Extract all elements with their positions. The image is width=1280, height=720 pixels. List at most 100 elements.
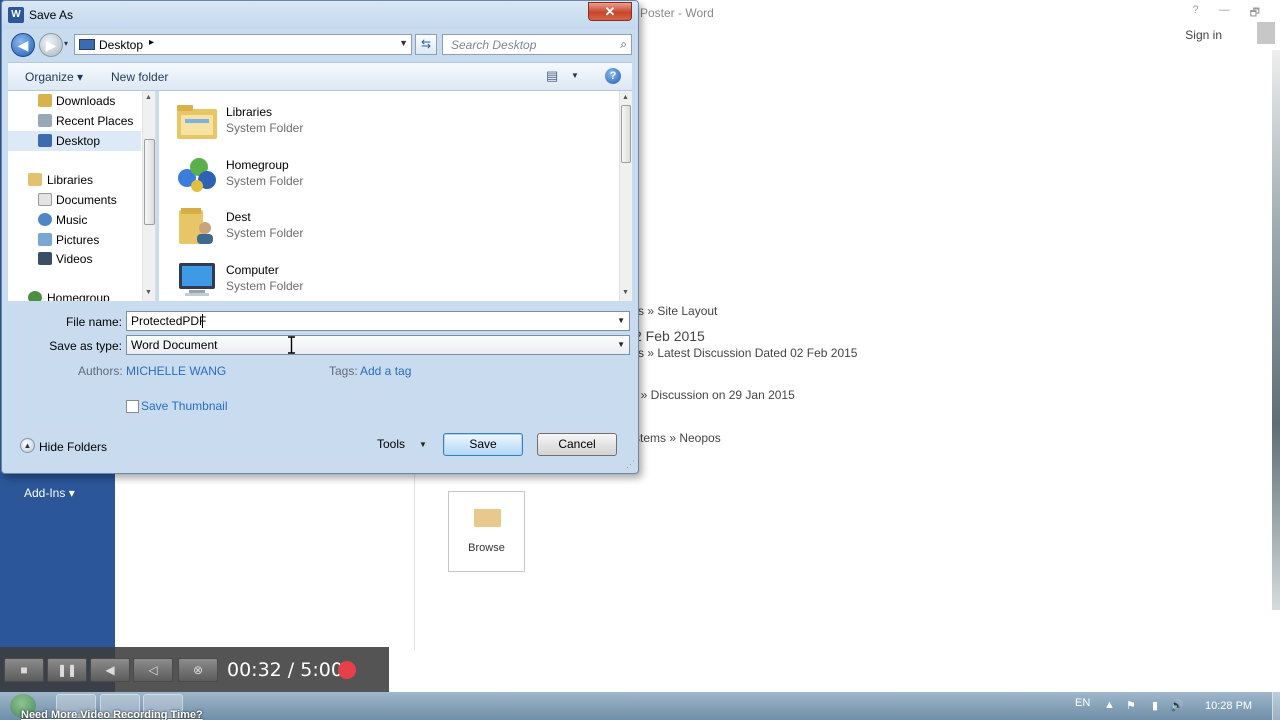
file-name: Computer (226, 263, 279, 277)
nav-item-documents[interactable]: Documents (8, 190, 141, 210)
word-window-title: Poster - Word (640, 6, 714, 20)
address-dropdown-icon[interactable]: ▼ (399, 38, 408, 48)
recording-indicator-icon (338, 661, 356, 679)
backstage-divider (414, 470, 415, 650)
organize-menu[interactable]: Organize ▾ (25, 70, 83, 84)
authors-value[interactable]: MICHELLE WANG (126, 364, 226, 378)
breadcrumb-chevron-icon[interactable]: ▸ (149, 37, 154, 48)
recording-time-promo-link[interactable]: Need More Video Recording Time? (21, 709, 203, 720)
word-app-icon: W (8, 7, 24, 23)
file-name: Dest (226, 210, 251, 224)
change-view-icon[interactable]: ▤ (546, 68, 558, 84)
hide-folders-button[interactable]: Hide Folders (39, 440, 107, 454)
file-name: Libraries (226, 105, 273, 119)
file-item-dest[interactable]: Dest System Folder (175, 202, 475, 252)
folder-icon (474, 509, 501, 527)
pictures-icon (38, 233, 52, 246)
file-list-pane: Libraries System Folder Homegroup System… (159, 91, 632, 301)
save-thumbnail-label[interactable]: Save Thumbnail (141, 399, 228, 413)
file-item-computer[interactable]: Computer System Folder (175, 255, 475, 301)
address-bar[interactable]: Desktop ▸ ▼ (74, 34, 412, 55)
nav-item-libraries[interactable]: Libraries (8, 170, 141, 190)
chevron-down-icon[interactable]: ▼ (617, 316, 625, 325)
recent-item-title[interactable]: 2 Feb 2015 (634, 328, 705, 344)
back-button[interactable]: ◀ (11, 33, 35, 57)
scroll-up-icon[interactable]: ▲ (622, 94, 629, 101)
navigation-pane: Downloads Recent Places Desktop Librarie… (8, 91, 156, 301)
language-indicator[interactable]: EN (1075, 697, 1090, 709)
user-avatar-icon[interactable] (1257, 22, 1275, 44)
show-desktop-button[interactable] (1272, 692, 1280, 720)
word-minimize-button[interactable]: — (1219, 4, 1230, 23)
downloads-icon (38, 94, 52, 107)
recent-item[interactable]: rs » Site Layout (634, 304, 717, 318)
network-icon[interactable]: ▮ (1152, 699, 1158, 712)
file-name-value: ProtectedPDF (131, 314, 207, 328)
command-toolbar: Organize ▾ New folder ▤ ▼ ? (8, 62, 632, 91)
nav-item-downloads[interactable]: Downloads (8, 91, 141, 111)
tray-expand-icon[interactable]: ▲ (1104, 699, 1115, 711)
nav-scroll-thumb[interactable] (144, 139, 155, 225)
file-list-scrollbar[interactable]: ▲ ▼ (619, 91, 632, 301)
word-restore-button[interactable]: 🗗 (1250, 4, 1260, 23)
nav-item-pictures[interactable]: Pictures (8, 230, 141, 250)
scroll-down-icon[interactable]: ▼ (145, 289, 152, 296)
user-folder-icon (179, 208, 213, 244)
chevron-down-icon[interactable]: ▼ (419, 440, 427, 449)
recent-locations-dropdown[interactable]: ▾ (64, 39, 68, 48)
cancel-icon[interactable]: ⊗ (178, 658, 218, 682)
save-thumbnail-checkbox[interactable] (126, 400, 139, 413)
file-name-field[interactable]: ProtectedPDF ▼ (126, 311, 630, 331)
file-item-libraries[interactable]: Libraries System Folder (175, 97, 475, 147)
scroll-down-icon[interactable]: ▼ (622, 289, 629, 296)
nav-item-music[interactable]: Music (8, 210, 141, 230)
help-icon[interactable]: ? (605, 68, 621, 84)
recent-item[interactable]: stems » Neopos (634, 431, 721, 445)
nav-item-label: Downloads (56, 94, 116, 108)
recent-item[interactable]: rs » Latest Discussion Dated 02 Feb 2015 (634, 346, 857, 360)
nav-item-homegroup[interactable]: Homegroup (8, 288, 141, 301)
nav-item-label: Music (56, 213, 88, 227)
sign-in-link[interactable]: Sign in (1185, 28, 1222, 42)
view-options-dropdown-icon[interactable]: ▼ (571, 71, 579, 80)
file-item-homegroup[interactable]: Homegroup System Folder (175, 150, 475, 200)
search-icon[interactable]: ⌕ (620, 37, 627, 52)
videos-icon (38, 252, 52, 265)
save-button[interactable]: Save (443, 433, 523, 456)
search-input[interactable]: Search Desktop ⌕ (442, 34, 632, 55)
volume-icon[interactable]: ◁ (133, 658, 173, 682)
resize-grip-icon[interactable]: ⋰ (626, 459, 635, 470)
browse-button[interactable]: Browse (448, 491, 525, 572)
volume-icon[interactable]: 🔊 (1170, 699, 1184, 712)
nav-item-label: Homegroup (47, 291, 110, 301)
documents-icon (38, 193, 52, 206)
refresh-button[interactable]: ⇆ (415, 34, 437, 55)
address-location[interactable]: Desktop (99, 38, 143, 52)
add-tag-link[interactable]: Add a tag (360, 364, 411, 378)
pause-icon[interactable]: ❚❚ (47, 658, 87, 682)
scroll-up-icon[interactable]: ▲ (145, 94, 152, 101)
chevron-down-icon[interactable]: ▼ (617, 340, 625, 349)
forward-button[interactable]: ▶ (39, 33, 63, 57)
cancel-button[interactable]: Cancel (537, 433, 617, 456)
tools-menu[interactable]: Tools (377, 437, 405, 451)
nav-item-recent-places[interactable]: Recent Places (8, 111, 141, 131)
nav-item-videos[interactable]: Videos (8, 249, 141, 269)
nav-item-desktop[interactable]: Desktop (8, 131, 141, 151)
taskbar-clock[interactable]: 10:28 PM (1205, 700, 1252, 712)
collapse-up-icon[interactable]: ▲ (20, 438, 35, 453)
dialog-titlebar[interactable]: W Save As ✕ (2, 1, 638, 29)
recording-timer: 00:32 / 5:00 (227, 659, 343, 681)
new-folder-button[interactable]: New folder (111, 70, 168, 84)
nav-scrollbar[interactable]: ▲ ▼ (142, 91, 155, 301)
action-center-flag-icon[interactable]: ⚑ (1126, 699, 1136, 712)
homegroup-globe-icon (178, 158, 216, 192)
rewind-icon[interactable]: ◀ (90, 658, 130, 682)
file-list-scroll-thumb[interactable] (621, 105, 631, 163)
close-button[interactable]: ✕ (588, 2, 632, 21)
recent-item[interactable]: t » Discussion on 29 Jan 2015 (634, 388, 795, 402)
add-ins-menu[interactable]: Add-Ins ▾ (24, 486, 75, 500)
word-help-button[interactable]: ? (1193, 4, 1199, 23)
save-as-type-select[interactable]: Word Document ▼ (126, 335, 630, 355)
stop-icon[interactable]: ■ (4, 658, 44, 682)
